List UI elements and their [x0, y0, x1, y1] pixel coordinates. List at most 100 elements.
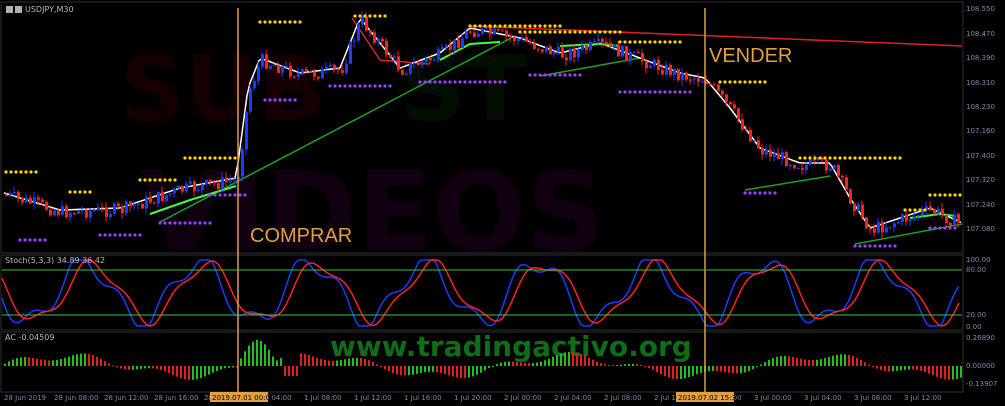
candle-body: [461, 38, 464, 48]
resistance-dot: [678, 40, 682, 44]
ac-bar: [4, 363, 6, 366]
ac-bar: [740, 366, 742, 374]
resistance-dot: [813, 156, 817, 160]
ac-bar: [860, 359, 862, 366]
candle-body: [97, 207, 100, 211]
candle-body: [437, 49, 440, 60]
support-dot: [388, 84, 392, 88]
candle-body: [69, 213, 72, 218]
support-dot: [668, 90, 672, 94]
candle-body: [657, 59, 660, 70]
candle-body: [277, 65, 280, 73]
ac-bar: [100, 358, 102, 366]
ac-bar: [472, 366, 474, 377]
candle-body: [201, 184, 204, 191]
candle-body: [833, 164, 836, 169]
candle-body: [501, 30, 504, 32]
support-dot: [458, 80, 462, 84]
ac-bar: [372, 362, 374, 366]
candle-body: [73, 213, 76, 215]
candle-body: [157, 191, 160, 204]
chart-window-icon[interactable]: [15, 6, 22, 13]
ac-bar: [40, 359, 42, 366]
ac-bar: [152, 366, 154, 369]
watermark-url: www.tradingactivo.org: [330, 330, 692, 363]
candle-body: [797, 168, 800, 170]
support-dot: [263, 98, 267, 102]
resistance-dot: [528, 24, 532, 28]
support-dot: [943, 226, 947, 230]
support-dot: [183, 221, 187, 225]
candle-body: [177, 185, 180, 189]
candle-body: [493, 28, 496, 35]
svg-text:80.00: 80.00: [966, 266, 986, 274]
candle-body: [21, 197, 24, 203]
support-dot: [33, 238, 37, 242]
candle-body: [5, 195, 8, 196]
candle-body: [577, 49, 580, 58]
resistance-dot: [228, 156, 232, 160]
ac-bar: [644, 366, 646, 367]
candle-body: [385, 40, 388, 55]
candle-body: [137, 203, 140, 206]
resistance-dot: [753, 80, 757, 84]
ac-bar: [364, 358, 366, 366]
support-dot: [18, 238, 22, 242]
candle-body: [381, 38, 384, 41]
resistance-dot: [493, 24, 497, 28]
resistance-dot: [633, 40, 637, 44]
support-dot: [773, 191, 777, 195]
resistance-dot: [473, 24, 477, 28]
candle-body: [885, 227, 888, 233]
ac-bar: [72, 355, 74, 366]
candle-body: [273, 65, 276, 67]
ac-bar: [408, 366, 410, 376]
resistance-dot: [543, 30, 547, 34]
ac-bar: [852, 356, 854, 366]
candle-body: [537, 48, 540, 50]
ac-bar: [548, 358, 550, 366]
ac-bar: [924, 366, 926, 373]
ac-bar: [572, 352, 574, 366]
support-dot: [483, 80, 487, 84]
ac-bar: [308, 355, 310, 366]
support-dot: [533, 73, 537, 77]
support-dot: [633, 90, 637, 94]
ac-bar: [284, 366, 286, 376]
resistance-dot: [593, 30, 597, 34]
candle-body: [193, 181, 196, 192]
resistance-dot: [618, 30, 622, 34]
ac-bar: [464, 366, 466, 379]
candle-body: [457, 39, 460, 48]
ac-bar: [680, 366, 682, 380]
ac-bar: [476, 366, 478, 375]
candle-body: [61, 206, 64, 215]
ac-bar: [404, 366, 406, 376]
ac-bar: [908, 366, 910, 370]
ac-bar: [500, 362, 502, 366]
candle-body: [717, 84, 720, 91]
ac-bar: [896, 366, 898, 371]
ac-bar: [760, 364, 762, 366]
support-dot: [553, 73, 557, 77]
support-dot: [373, 84, 377, 88]
trading-chart[interactable]: SUB ST VIDEOS www.tradingactivo.org USDJ…: [0, 0, 1005, 406]
support-dot: [753, 191, 757, 195]
ac-bar: [628, 363, 630, 366]
resistance-dot: [863, 156, 867, 160]
candle-body: [329, 64, 332, 67]
candle-body: [165, 194, 168, 201]
svg-text:107.400: 107.400: [966, 152, 995, 160]
ac-bar: [428, 366, 430, 372]
support-dot: [478, 80, 482, 84]
ac-bar: [660, 366, 662, 375]
candle-body: [225, 177, 228, 182]
chart-window-icon[interactable]: [6, 6, 13, 13]
candle-body: [701, 81, 704, 83]
ac-bar: [844, 354, 846, 366]
ac-bar: [316, 357, 318, 366]
support-dot: [218, 193, 222, 197]
candle-body: [617, 44, 620, 57]
ac-bar: [960, 366, 962, 378]
svg-text:108.470: 108.470: [966, 30, 995, 38]
